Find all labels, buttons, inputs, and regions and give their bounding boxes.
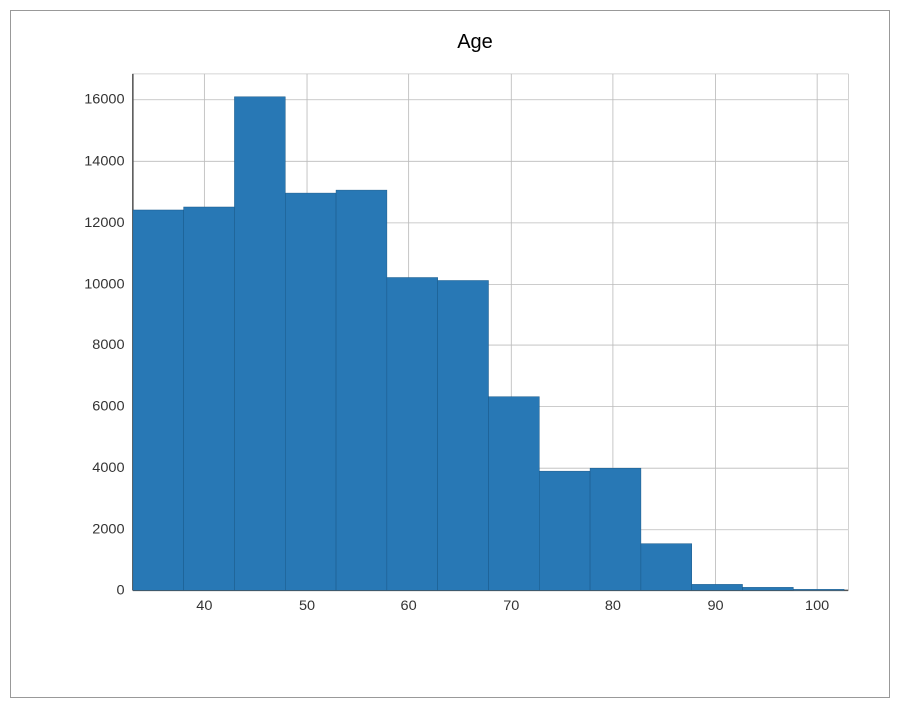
x-label-60: 60 <box>401 598 417 614</box>
bar-88-93 <box>692 584 743 590</box>
bar-78-83 <box>590 468 641 590</box>
bar-33-38 <box>133 210 184 590</box>
y-label-8000: 8000 <box>92 337 124 353</box>
x-label-50: 50 <box>299 598 315 614</box>
y-label-2000: 2000 <box>92 522 124 538</box>
bar-53-58 <box>336 190 387 590</box>
x-label-80: 80 <box>605 598 621 614</box>
x-label-70: 70 <box>503 598 519 614</box>
bar-48-53 <box>285 193 336 590</box>
bar-73-78 <box>539 471 590 590</box>
bar-58-63 <box>387 278 438 591</box>
y-label-14000: 14000 <box>84 154 124 170</box>
chart-container: Age <box>10 10 890 698</box>
x-label-40: 40 <box>196 598 212 614</box>
y-label-12000: 12000 <box>84 215 124 231</box>
bar-63-68 <box>438 280 489 590</box>
y-label-0: 0 <box>116 583 124 599</box>
y-label-4000: 4000 <box>92 460 124 476</box>
y-label-10000: 10000 <box>84 277 124 293</box>
bar-83-88 <box>641 544 692 591</box>
bar-43-48 <box>234 97 285 591</box>
bar-68-73 <box>488 397 539 591</box>
y-label-6000: 6000 <box>92 399 124 415</box>
chart-area: 0 2000 4000 6000 8000 10000 12000 14000 … <box>81 64 869 640</box>
bar-38-43 <box>184 207 235 590</box>
x-label-100: 100 <box>805 598 829 614</box>
y-label-16000: 16000 <box>84 92 124 108</box>
bar-93-98 <box>743 587 794 590</box>
x-label-90: 90 <box>707 598 723 614</box>
chart-title: Age <box>81 31 869 54</box>
histogram-svg: 0 2000 4000 6000 8000 10000 12000 14000 … <box>81 64 869 640</box>
